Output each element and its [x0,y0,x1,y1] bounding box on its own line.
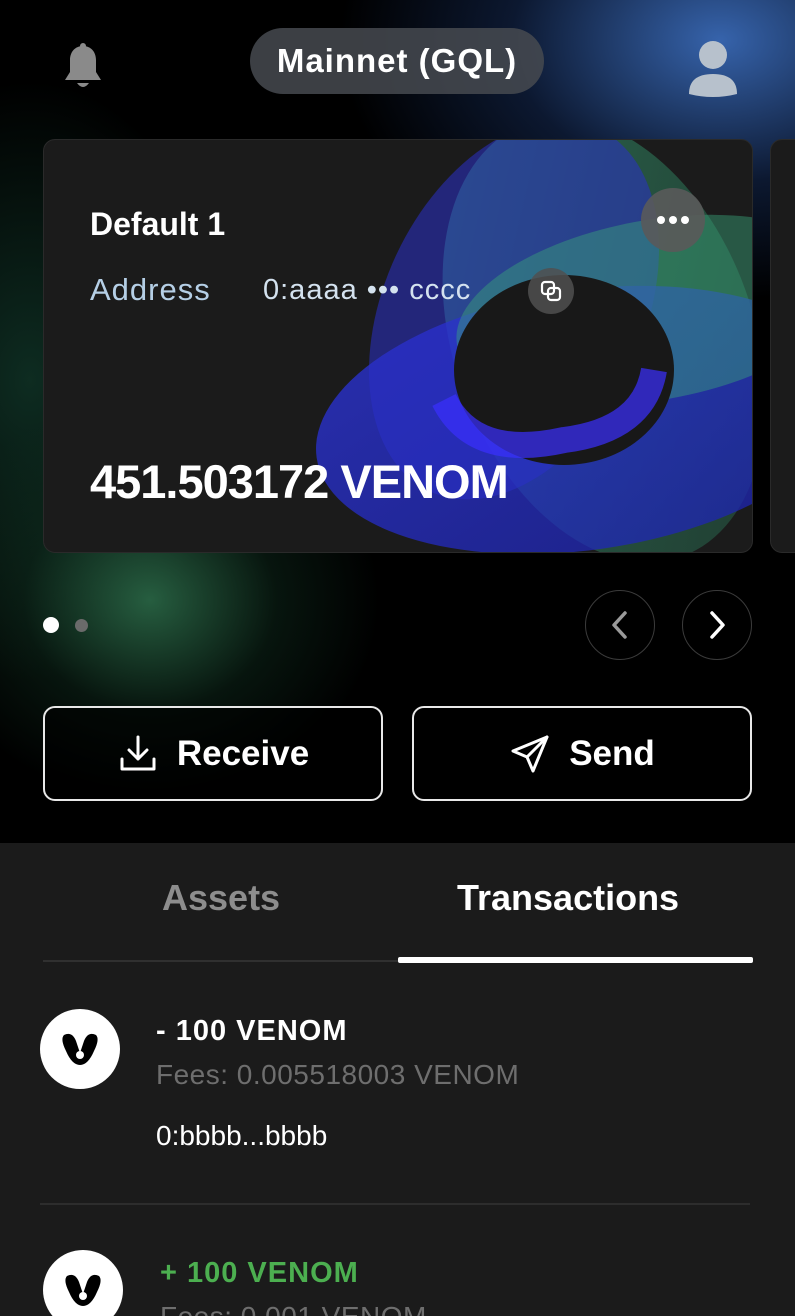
receive-label: Receive [176,733,310,773]
address-value: 0:aaaa ••• cccc [263,274,472,306]
transaction-address: 0:bbbb...bbbb [156,1120,328,1151]
send-arrow-icon [511,735,549,772]
account-balance: 451.503172 VENOM [90,455,509,508]
download-icon [120,735,156,770]
more-icon [657,216,689,224]
previous-card-button[interactable] [585,590,655,660]
account-name: Default 1 [90,206,226,242]
profile-icon[interactable] [684,38,742,98]
venom-logo-icon [40,1009,120,1089]
account-more-button[interactable] [641,188,705,252]
carousel-dot[interactable] [75,619,88,632]
bell-icon[interactable] [60,42,106,92]
tabs-panel: Assets Transactions - 100 VENOM Fees: 0.… [0,843,795,1316]
active-tab-indicator [398,957,753,963]
chevron-right-icon [710,611,725,639]
next-card-button[interactable] [682,590,752,660]
account-card[interactable]: Default 1 Address 0:aaaa ••• cccc 451.50… [43,139,753,553]
send-label: Send [569,733,655,773]
wallet-hero: Mainnet (GQL) Default 1 Address 0:aaaa •… [0,0,795,843]
network-label: Mainnet (GQL) [276,42,518,79]
transaction-separator [40,1203,750,1205]
receive-button[interactable]: Receive [43,706,383,801]
copy-icon [540,280,562,302]
copy-address-button[interactable] [528,268,574,314]
transaction-fees: Fees: 0.005518003 VENOM [156,1059,520,1090]
address-label: Address [90,272,211,307]
tab-transactions[interactable]: Transactions [457,877,679,919]
transaction-fees: Fees: 0.001 VENOM [160,1301,427,1316]
chevron-left-icon [612,611,627,639]
network-selector[interactable]: Mainnet (GQL) [250,28,544,94]
tab-assets[interactable]: Assets [162,877,280,919]
next-account-card-peek[interactable] [770,139,795,553]
transaction-amount: + 100 VENOM [160,1257,359,1289]
venom-logo-icon [43,1250,123,1316]
send-button[interactable]: Send [412,706,752,801]
transaction-amount: - 100 VENOM [156,1015,348,1047]
carousel-dot-active[interactable] [43,617,59,633]
